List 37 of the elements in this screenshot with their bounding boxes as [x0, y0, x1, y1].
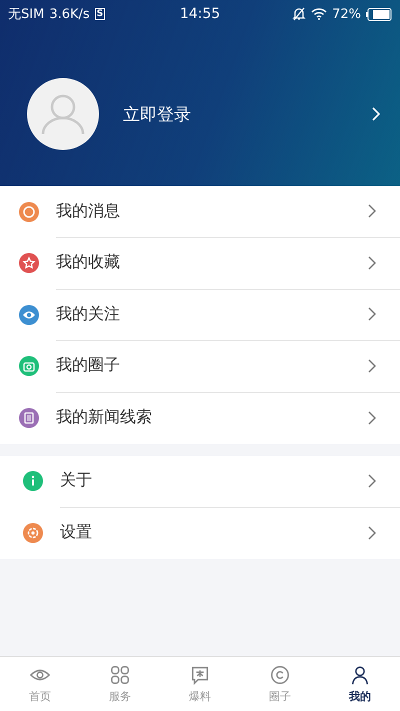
menu-label: 我的新闻线索	[56, 407, 152, 428]
menu-item[interactable]: 我的收藏	[0, 238, 400, 289]
menu-label: 设置	[60, 522, 92, 544]
chevron-icon	[368, 526, 376, 540]
wifi-icon	[311, 8, 328, 20]
menu-item[interactable]: 我的消息	[0, 186, 400, 238]
carrier-text: 无SIM	[8, 6, 44, 23]
tab[interactable]: 我的	[320, 657, 400, 711]
chevron-icon	[368, 358, 376, 373]
chevron-icon	[368, 204, 376, 218]
battery-percent: 72%	[332, 6, 362, 22]
network-speed: 3.6K/s	[49, 6, 90, 22]
avatar-icon	[27, 78, 99, 150]
chevron-icon	[368, 410, 376, 425]
menu-label: 关于	[60, 470, 92, 492]
speech-bubble-icon	[189, 664, 211, 686]
menu-item[interactable]: 我的关注	[0, 289, 400, 340]
menu-label: 我的关注	[56, 304, 120, 325]
chevron-icon	[368, 474, 376, 488]
person-icon	[349, 664, 371, 686]
chevron-icon	[368, 307, 376, 322]
login-link: 立即登录	[123, 104, 192, 126]
clock: 14:55	[180, 6, 220, 22]
chevron-icon	[372, 107, 380, 121]
menu-item[interactable]: 关于	[0, 456, 400, 507]
chevron-icon	[368, 256, 376, 270]
menu-item[interactable]: 设置	[0, 507, 400, 558]
menu-item[interactable]: 我的新闻线索	[0, 392, 400, 444]
status-badge: S	[94, 8, 106, 20]
menu-item[interactable]: 我的圈子	[0, 340, 400, 392]
battery-icon	[366, 8, 392, 20]
menu-label: 我的收藏	[56, 252, 120, 274]
menu-label: 我的消息	[56, 200, 120, 222]
menu-label: 我的圈子	[56, 355, 120, 376]
muted-bell-icon	[292, 7, 306, 21]
login-row[interactable]: 立即登录	[0, 28, 400, 150]
grid-icon	[109, 664, 131, 686]
